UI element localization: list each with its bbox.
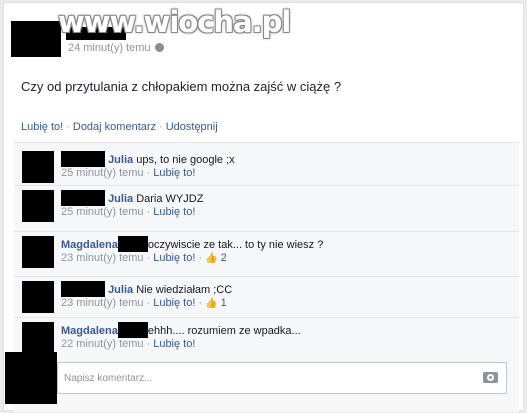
post-text: Czy od przytulania z chłopakiem można za… <box>21 79 342 94</box>
add-comment-link[interactable]: Dodaj komentarz <box>73 121 156 133</box>
comment-author[interactable]: Magdalena <box>61 325 118 337</box>
redacted-surname <box>61 151 105 167</box>
redacted-surname <box>117 236 148 252</box>
watermark-logo: www.wiocha.pl <box>58 5 291 39</box>
redacted-avatar <box>22 281 54 313</box>
comment-text: oczywiscie ze tak... to ty nie wiesz ? <box>147 239 324 251</box>
comment-like-link[interactable]: Lubię to! <box>153 167 195 179</box>
comment-time[interactable]: 23 minut(y) temu <box>61 252 144 264</box>
comment-time[interactable]: 25 minut(y) temu <box>61 206 144 218</box>
post-timestamp-text: 24 minut(y) temu <box>68 42 151 54</box>
post-actions: Lubię to! · Dodaj komentarz · Udostępnij <box>21 121 218 133</box>
redacted-avatar <box>22 151 54 183</box>
comment-composer[interactable] <box>57 362 507 394</box>
comment-time[interactable]: 23 minut(y) temu <box>61 297 144 309</box>
thumbs-up-icon[interactable]: 👍 <box>205 298 217 309</box>
redacted-avatar <box>11 21 61 57</box>
like-link[interactable]: Lubię to! <box>21 121 63 133</box>
post-card: www.wiocha.pl 24 minut(y) temu Czy od pr… <box>3 2 524 412</box>
divider <box>14 231 519 232</box>
redacted-avatar <box>5 352 57 404</box>
redacted-avatar <box>22 190 54 222</box>
comment-author[interactable]: Julia <box>108 154 133 166</box>
share-link[interactable]: Udostępnij <box>166 121 218 133</box>
post-timestamp[interactable]: 24 minut(y) temu <box>68 42 164 54</box>
comment-text: ups, to nie google ;x <box>136 154 235 166</box>
globe-icon <box>154 43 164 52</box>
redacted-surname <box>61 281 105 297</box>
like-count[interactable]: 2 <box>221 252 227 264</box>
redacted-avatar <box>22 236 54 268</box>
divider <box>14 276 519 277</box>
camera-icon[interactable] <box>483 372 498 383</box>
thumbs-up-icon[interactable]: 👍 <box>205 253 217 264</box>
comment-author[interactable]: Magdalena <box>61 239 118 251</box>
divider <box>14 185 519 186</box>
redacted-surname <box>61 190 105 206</box>
comment-input[interactable] <box>58 363 458 393</box>
comment-text: Daria WYJDZ <box>136 193 204 205</box>
comment-author[interactable]: Julia <box>108 284 133 296</box>
comment-text: Nie wiedziałam ;CC <box>136 284 233 296</box>
comment-text: ehhh.... rozumiem ze wpadka... <box>147 325 301 337</box>
redacted-surname <box>117 322 148 338</box>
comment-like-link[interactable]: Lubię to! <box>153 206 195 218</box>
comment-time[interactable]: 22 minut(y) temu <box>61 338 144 350</box>
like-count[interactable]: 1 <box>221 297 227 309</box>
comment-time[interactable]: 25 minut(y) temu <box>61 167 144 179</box>
comment-like-link[interactable]: Lubię to! <box>153 338 195 350</box>
comment-like-link[interactable]: Lubię to! <box>153 297 195 309</box>
comment-author[interactable]: Julia <box>108 193 133 205</box>
comment-like-link[interactable]: Lubię to! <box>153 252 195 264</box>
divider <box>14 317 519 318</box>
redacted-avatar <box>22 322 54 354</box>
